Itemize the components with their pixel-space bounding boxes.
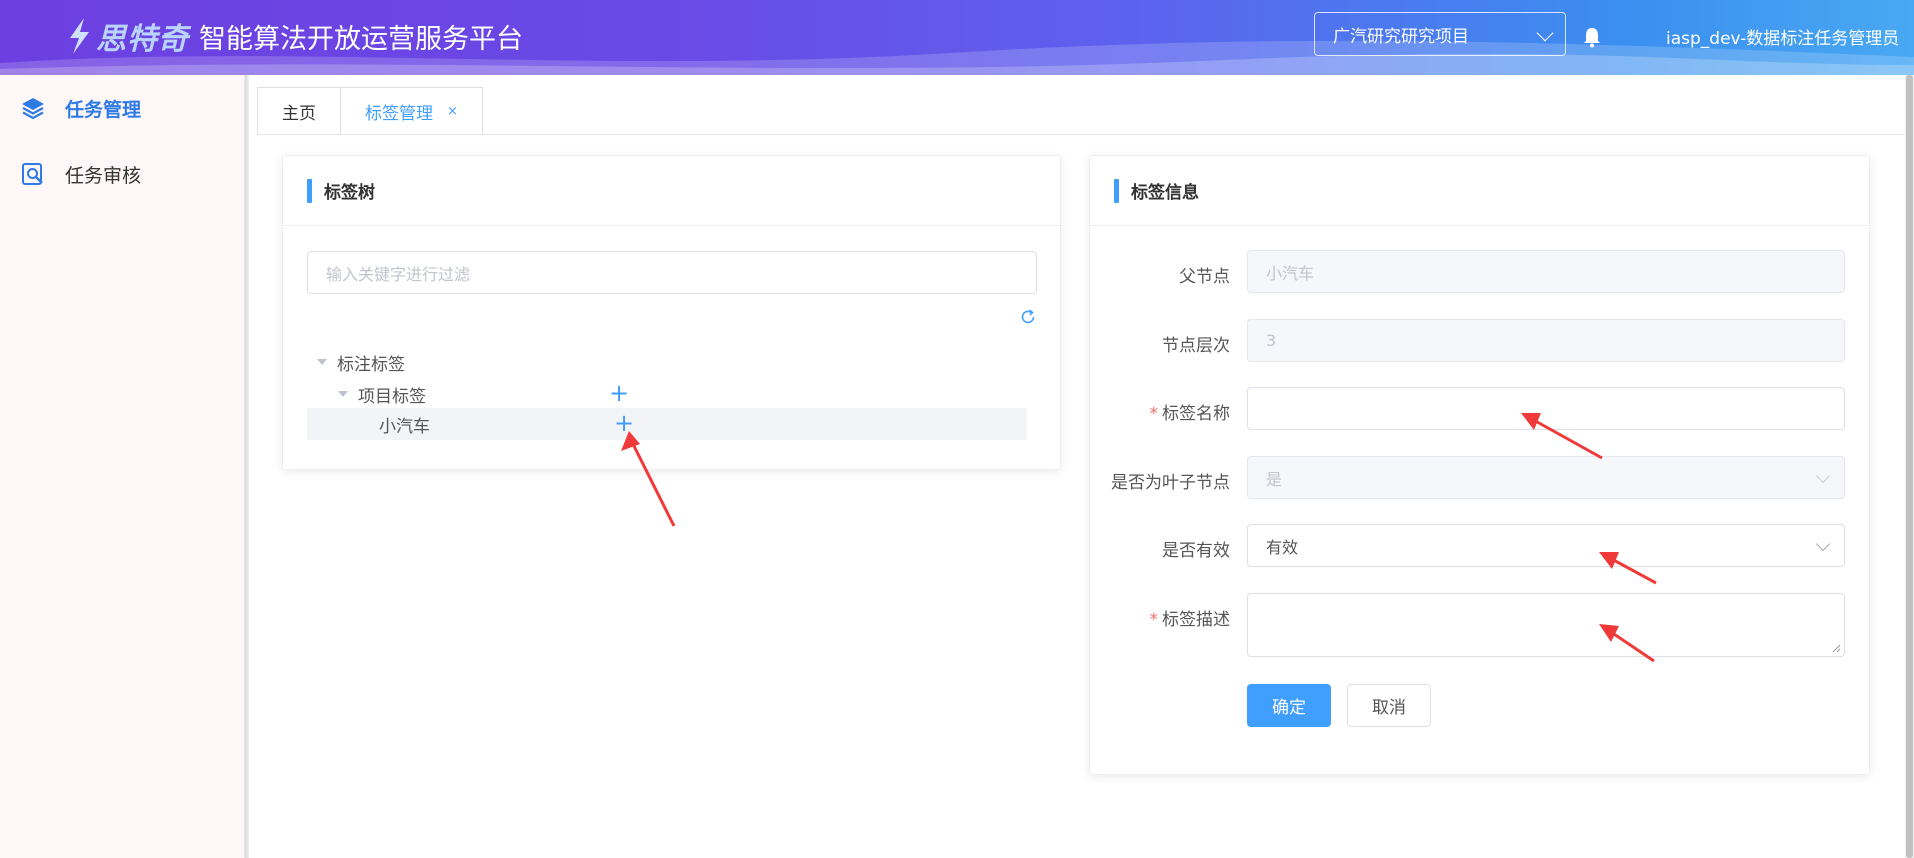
is-leaf-select: 是 [1247,456,1845,499]
user-name[interactable]: iasp_dev-数据标注任务管理员 [1666,24,1899,49]
field-value: 小汽车 [1266,263,1315,283]
add-child-icon[interactable]: + [614,411,634,435]
panel-header: 标签树 [283,156,1060,226]
tree-node-label: 小汽车 [379,416,430,437]
is-valid-label: 是否有效 [1060,536,1230,561]
top-header: 思特奇 智能算法开放运营服务平台 广汽研究研究项目 iasp_dev-数据标注任… [0,0,1914,75]
search-document-icon [22,163,43,185]
chevron-down-icon [1815,468,1831,484]
bell-icon[interactable] [1582,26,1602,48]
page-scrollbar[interactable] [1905,75,1914,858]
tab-home[interactable]: 主页 [257,87,341,135]
tab-label-management[interactable]: 标签管理 × [341,87,483,135]
chevron-down-icon [1815,536,1831,552]
label-name-input[interactable] [1247,387,1845,430]
confirm-button[interactable]: 确定 [1247,684,1331,727]
label-desc-textarea[interactable] [1247,593,1845,657]
panel-accent-bar [307,178,312,203]
logo: 思特奇 智能算法开放运营服务平台 [64,14,523,58]
close-icon[interactable]: × [447,104,458,119]
tree-filter-input[interactable]: 输入关键字进行过滤 [307,251,1037,294]
label-text: 是否有效 [1162,541,1230,561]
tab-label: 主页 [282,104,316,124]
node-level-label: 节点层次 [1060,331,1230,356]
label-text: 节点层次 [1162,336,1230,356]
required-mark: * [1149,610,1159,630]
layers-icon [22,98,44,120]
sidebar-item-label: 任务审核 [65,164,142,187]
tabs-divider [257,134,1905,135]
label-info-panel: 标签信息 父节点 小汽车 节点层次 3 * 标签名称 是否为叶子节点 是 是否有效 [1089,155,1870,775]
tab-bar: 主页 标签管理 × [257,87,483,135]
resize-handle-icon[interactable] [1831,643,1841,653]
add-child-icon[interactable]: + [609,381,629,405]
node-level-field: 3 [1247,319,1845,362]
scrollbar-thumb[interactable] [1906,75,1913,858]
panel-header: 标签信息 [1090,156,1869,226]
parent-node-field: 小汽车 [1247,250,1845,293]
logo-brand: 思特奇 [96,22,189,57]
label-text: 父节点 [1179,267,1230,287]
label-name-label: * 标签名称 [1060,399,1231,424]
label-tree-panel: 标签树 输入关键字进行过滤 标注标签 项目标签 + 小汽车 + [282,155,1061,470]
panel-title: 标签信息 [1131,183,1199,203]
platform-title: 智能算法开放运营服务平台 [199,23,523,55]
field-value: 有效 [1266,537,1299,557]
label-text: 是否为叶子节点 [1111,473,1230,493]
filter-placeholder: 输入关键字进行过滤 [326,264,471,284]
panel-accent-bar [1114,178,1119,203]
tree-node-label: 项目标签 [358,386,426,407]
required-mark: * [1149,404,1159,424]
cancel-button[interactable]: 取消 [1347,684,1431,727]
parent-node-label: 父节点 [1060,262,1230,287]
field-value: 3 [1266,331,1277,350]
chevron-down-icon [1536,24,1554,42]
panel-title: 标签树 [324,183,375,203]
tree-node-label: 标注标签 [337,354,405,375]
caret-down-icon[interactable] [317,359,327,365]
project-select[interactable]: 广汽研究研究项目 [1314,12,1566,56]
tab-label: 标签管理 [365,104,433,124]
project-select-value: 广汽研究研究项目 [1333,26,1469,47]
caret-down-icon[interactable] [338,391,348,397]
label-text: 标签描述 [1162,610,1230,630]
main-content: 主页 标签管理 × 标签树 输入关键字进行过滤 标注标签 项目标签 + 小汽车 … [249,75,1905,858]
sidebar-item-label: 任务管理 [65,98,142,121]
logo-bolt-icon [70,18,89,54]
sidebar: 任务管理 任务审核 [0,75,245,858]
field-value: 是 [1266,469,1283,489]
label-desc-label: * 标签描述 [1060,605,1231,630]
sidebar-item-task-management[interactable]: 任务管理 [0,75,244,141]
is-leaf-label: 是否为叶子节点 [1060,468,1230,493]
label-text: 标签名称 [1162,404,1230,424]
tree-node-annotation-labels[interactable]: 标注标签 [307,346,1027,378]
sidebar-item-task-review[interactable]: 任务审核 [0,141,244,207]
refresh-icon[interactable] [1019,308,1037,326]
is-valid-select[interactable]: 有效 [1247,524,1845,567]
tree-node-project-labels[interactable]: 项目标签 [307,378,1027,410]
tree-node-car[interactable]: 小汽车 [307,408,1027,440]
